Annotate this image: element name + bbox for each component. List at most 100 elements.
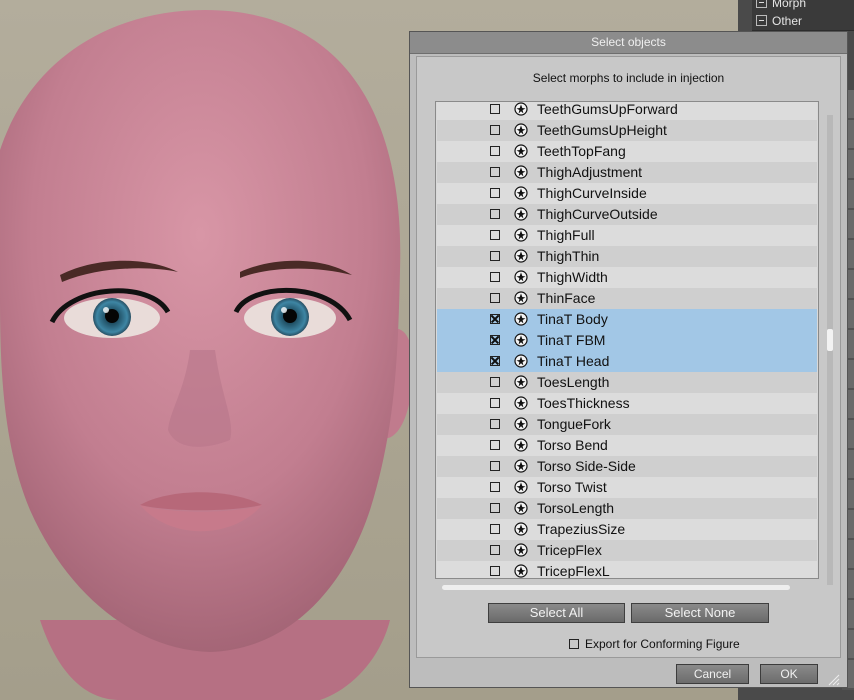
morph-label: TeethGumsUpForward <box>537 101 678 117</box>
morph-dial-icon <box>514 501 528 515</box>
list-item[interactable]: TinaT Head <box>437 351 817 372</box>
morph-label: ThighThin <box>537 248 600 264</box>
morph-label: ToesLength <box>537 374 610 390</box>
list-item[interactable]: ThighCurveInside <box>437 183 817 204</box>
morph-checkbox[interactable] <box>490 188 500 198</box>
morph-checkbox[interactable] <box>490 272 500 282</box>
morph-checkbox[interactable] <box>490 146 500 156</box>
morph-label: ToesThickness <box>537 395 630 411</box>
list-item[interactable]: TricepFlex <box>437 540 817 561</box>
morph-dial-icon <box>514 291 528 305</box>
morph-label: TinaT Head <box>537 353 610 369</box>
list-item[interactable]: TeethGumsUpHeight <box>437 120 817 141</box>
select-none-button[interactable]: Select None <box>631 603 769 623</box>
morph-label: TongueFork <box>537 416 611 432</box>
morph-dial-icon <box>514 228 528 242</box>
morph-label: TrapeziusSize <box>537 521 626 537</box>
morph-checkbox[interactable] <box>490 440 500 450</box>
morph-dial-icon <box>514 144 528 158</box>
morph-label: ThighFull <box>537 227 595 243</box>
list-item[interactable]: ToesLength <box>437 372 817 393</box>
ok-button[interactable]: OK <box>760 664 818 684</box>
morph-dial-icon <box>514 459 528 473</box>
morph-dial-icon <box>514 123 528 137</box>
morph-checkbox[interactable] <box>490 566 500 576</box>
list-item[interactable]: ThighCurveOutside <box>437 204 817 225</box>
list-item[interactable]: ToesThickness <box>437 393 817 414</box>
morph-dial-icon <box>514 375 528 389</box>
morph-label: TricepFlex <box>537 542 602 558</box>
morph-label: TorsoLength <box>537 500 615 516</box>
morph-label: TeethGumsUpHeight <box>537 122 667 138</box>
morph-dial-icon <box>514 543 528 557</box>
morph-dial-icon <box>514 522 528 536</box>
morph-label: Torso Twist <box>537 479 607 495</box>
morph-label: ThighAdjustment <box>537 164 643 180</box>
morph-checkbox[interactable] <box>490 251 500 261</box>
morph-checkbox[interactable] <box>490 377 500 387</box>
morph-checkbox[interactable] <box>490 503 500 513</box>
morph-label: TinaT Body <box>537 311 608 327</box>
list-item[interactable]: TeethGumsUpForward <box>437 101 817 120</box>
morph-checkbox[interactable] <box>490 335 500 345</box>
morph-checkbox[interactable] <box>490 167 500 177</box>
morph-dial-icon <box>514 396 528 410</box>
morph-label: TricepFlexL <box>537 563 610 579</box>
list-item[interactable]: TricepFlexL <box>437 561 817 579</box>
morph-checkbox[interactable] <box>490 293 500 303</box>
morph-checkbox[interactable] <box>490 209 500 219</box>
morph-checkbox[interactable] <box>490 125 500 135</box>
resize-grip-icon[interactable] <box>826 672 840 686</box>
side-item-other[interactable]: Other <box>752 12 854 31</box>
morph-checkbox[interactable] <box>490 545 500 555</box>
morph-dial-icon <box>514 249 528 263</box>
morph-checkbox[interactable] <box>490 524 500 534</box>
list-item[interactable]: TinaT FBM <box>437 330 817 351</box>
morph-checkbox[interactable] <box>490 104 500 114</box>
morph-checkbox[interactable] <box>490 419 500 429</box>
list-item[interactable]: TrapeziusSize <box>437 519 817 540</box>
morph-list[interactable]: TeethGumsUpForward TeethGumsUpHeight Teeth… <box>435 101 819 579</box>
morph-dial-icon <box>514 480 528 494</box>
list-item[interactable]: ThinFace <box>437 288 817 309</box>
morph-checkbox[interactable] <box>490 398 500 408</box>
morph-label: Torso Bend <box>537 437 608 453</box>
horizontal-scrollbar[interactable] <box>442 585 790 590</box>
dialog-subtitle: Select morphs to include in injection <box>532 71 725 85</box>
list-item[interactable]: Torso Twist <box>437 477 817 498</box>
morph-dial-icon <box>514 102 528 116</box>
morph-dial-icon <box>514 165 528 179</box>
morph-checkbox[interactable] <box>490 356 500 366</box>
morph-checkbox[interactable] <box>490 461 500 471</box>
list-item[interactable]: TongueFork <box>437 414 817 435</box>
morph-checkbox[interactable] <box>490 314 500 324</box>
list-item[interactable]: Torso Side-Side <box>437 456 817 477</box>
morph-dial-icon <box>514 564 528 578</box>
export-label: Export for Conforming Figure <box>585 637 740 651</box>
morph-dial-icon <box>514 270 528 284</box>
list-item[interactable]: ThighAdjustment <box>437 162 817 183</box>
export-option[interactable]: Export for Conforming Figure <box>569 637 740 651</box>
scroll-thumb[interactable] <box>827 329 833 351</box>
export-checkbox[interactable] <box>569 639 579 649</box>
cancel-button[interactable]: Cancel <box>676 664 749 684</box>
morph-label: Torso Side-Side <box>537 458 636 474</box>
list-item[interactable]: TorsoLength <box>437 498 817 519</box>
morph-dial-icon <box>514 312 528 326</box>
vertical-scrollbar[interactable] <box>827 115 833 585</box>
list-item[interactable]: TinaT Body <box>437 309 817 330</box>
list-item[interactable]: ThighThin <box>437 246 817 267</box>
morph-label: ThighCurveInside <box>537 185 647 201</box>
collapse-icon <box>756 0 767 8</box>
dialog-body: Select morphs to include in injection Te… <box>416 56 841 658</box>
morph-label: TinaT FBM <box>537 332 606 348</box>
dialog-title[interactable]: Select objects <box>410 32 847 54</box>
list-item[interactable]: ThighFull <box>437 225 817 246</box>
list-item[interactable]: TeethTopFang <box>437 141 817 162</box>
list-item[interactable]: Torso Bend <box>437 435 817 456</box>
morph-dial-icon <box>514 438 528 452</box>
morph-checkbox[interactable] <box>490 482 500 492</box>
morph-checkbox[interactable] <box>490 230 500 240</box>
list-item[interactable]: ThighWidth <box>437 267 817 288</box>
select-all-button[interactable]: Select All <box>488 603 625 623</box>
